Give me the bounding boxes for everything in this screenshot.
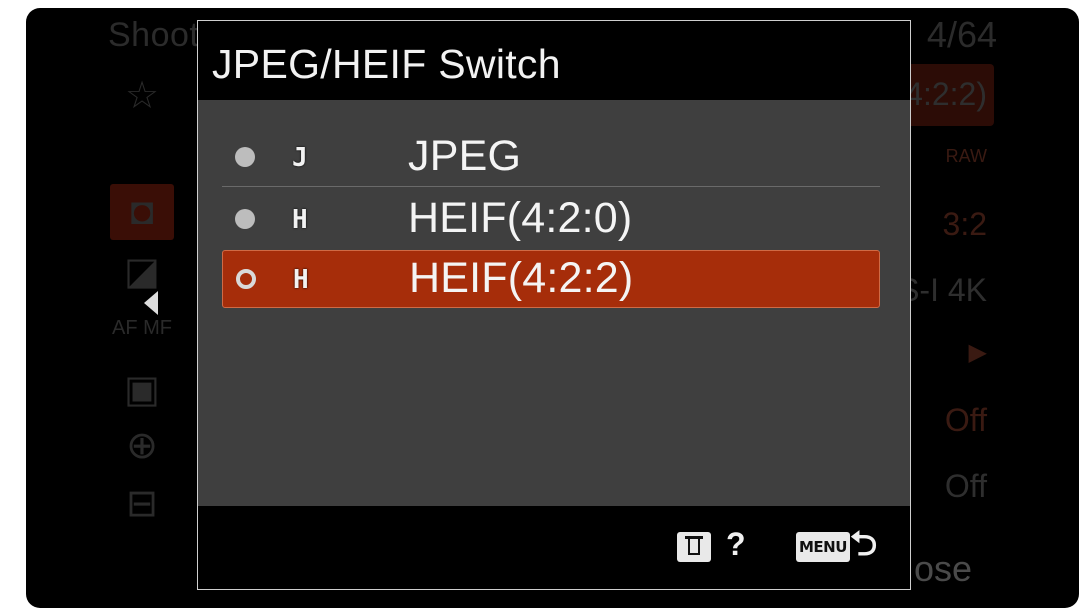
trash-icon[interactable] [677,532,711,562]
radio-selected-icon [236,269,256,289]
playback-icon: ▣ [124,369,160,411]
toolbox-icon: ⊟ [126,483,158,525]
option-label: HEIF(4:2:2) [409,254,634,302]
background-page-indicator: 4/64 [926,14,997,55]
background-value-3: 3:2 [942,206,987,242]
background-value-1: 4:2:2) [905,76,987,112]
help-label: ? [726,526,746,562]
option-jpeg[interactable]: J JPEG [222,129,880,187]
background-menu-title: Shooti [108,16,208,54]
background-value-4: S-I 4K [898,272,987,308]
af-mf-icon: AF MF [112,317,172,339]
back-arrow-icon[interactable]: ⮌ [850,520,877,577]
background-value-2: RAW [945,146,987,166]
background-footer-text: ose [914,548,973,589]
jpeg-format-icon: J [292,143,308,173]
dialog-footer: ? MENU ⮌ [198,506,910,589]
star-icon: ☆ [124,75,160,117]
background-value-7: Off [944,468,987,504]
option-heif-420[interactable]: H HEIF(4:2:0) [222,191,880,249]
network-globe-icon: ⊕ [126,425,158,467]
background-value-5: ▶ [968,339,987,366]
jpeg-heif-switch-dialog: JPEG/HEIF Switch J JPEG H HEIF(4:2:0) H … [197,20,911,590]
background-value-6: Off [944,402,987,438]
menu-button-icon[interactable]: MENU [796,532,850,562]
radio-unselected-icon [235,147,255,167]
left-chevron-icon [144,291,158,315]
exposure-icon: ◪ [124,251,160,293]
option-label: JPEG [408,132,522,180]
camera-screen: Shooti 4/64 ☆ ◘ ◪ AF MF ▣ ⊕ ⊟ 4:2:2) RAW… [26,8,1079,608]
camera-tab-icon: ◘ [110,184,174,240]
heif-format-icon: H [292,205,308,235]
dialog-title: JPEG/HEIF Switch [212,41,561,87]
dialog-header: JPEG/HEIF Switch [198,21,910,100]
radio-unselected-icon [235,209,255,229]
option-heif-422[interactable]: H HEIF(4:2:2) [222,250,880,308]
heif-format-icon: H [293,265,309,295]
option-label: HEIF(4:2:0) [408,194,633,242]
